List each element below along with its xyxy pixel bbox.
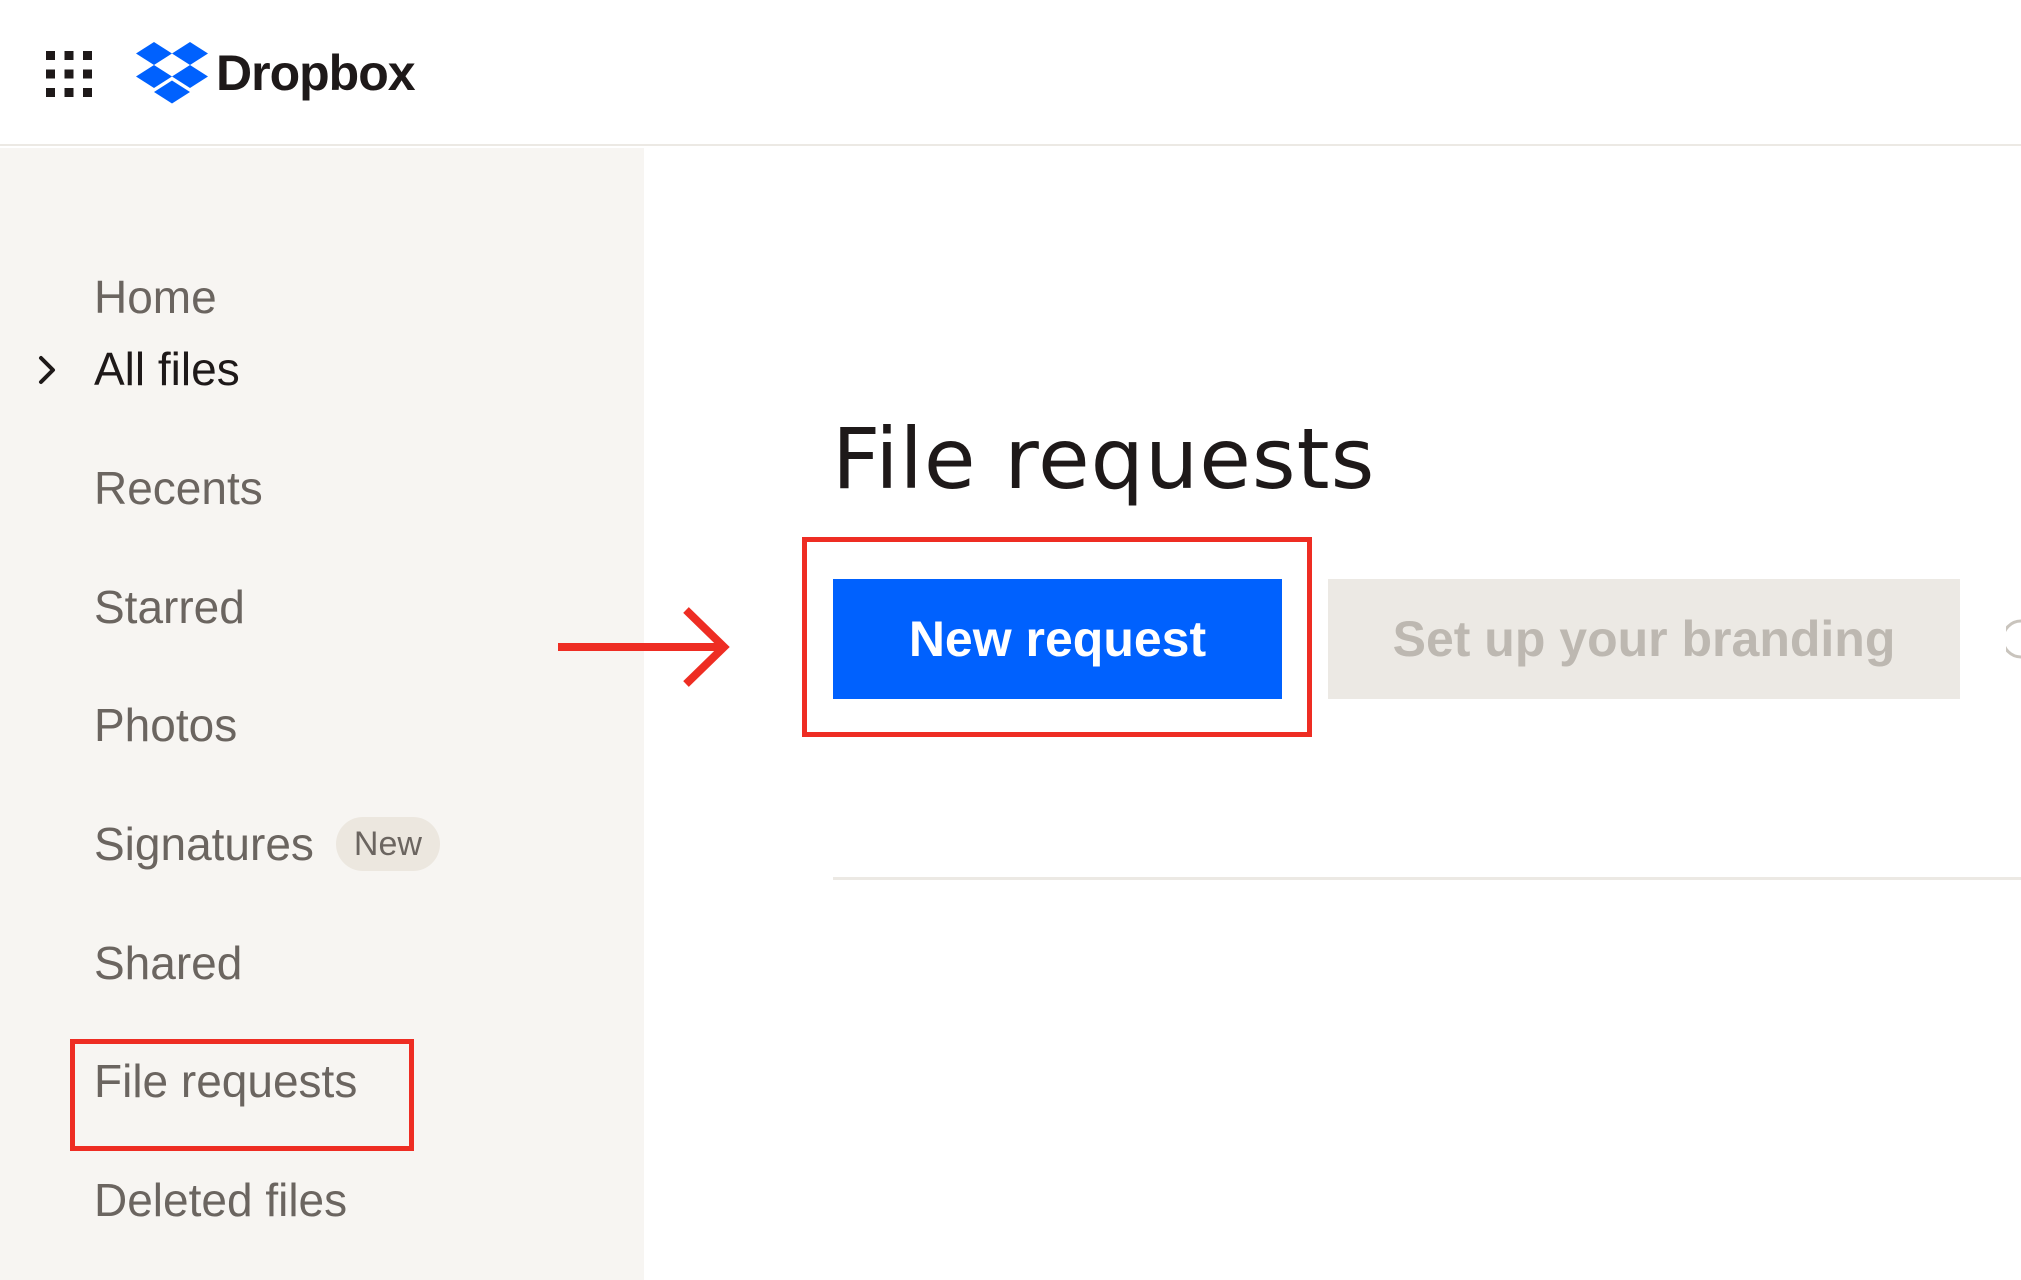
highlight-box-file-requests [70,1039,414,1151]
sidebar-item-label: Signatures [94,818,314,870]
sidebar-item-all-files[interactable]: All files [94,329,240,409]
dropbox-page: Dropbox Home All files Recents Starred P… [0,0,2021,1280]
dropbox-logo[interactable]: Dropbox [136,42,416,104]
new-badge: New [335,817,440,871]
top-bar: Dropbox [0,0,2021,146]
sidebar-item-signatures[interactable]: Signatures New [94,804,440,884]
sidebar-item-starred[interactable]: Starred [94,567,245,647]
sidebar-item-recents[interactable]: Recents [94,448,263,528]
dropbox-logo-icon [136,42,208,104]
set-up-branding-button[interactable]: Set up your branding [1328,579,1960,699]
app-grid-icon[interactable] [46,51,92,97]
arrow-right-icon [558,607,730,687]
new-request-button[interactable]: New request [833,579,1282,699]
brand-name: Dropbox [216,45,416,101]
content-divider [833,877,2021,880]
cropped-button-edge [2006,619,2021,659]
sidebar-item-photos[interactable]: Photos [94,685,237,765]
chevron-right-icon[interactable] [30,349,64,391]
sidebar-item-shared[interactable]: Shared [94,923,242,1003]
sidebar-item-deleted-files[interactable]: Deleted files [94,1160,347,1240]
page-title: File requests [832,410,1376,508]
sidebar-item-home[interactable]: Home [94,257,217,337]
